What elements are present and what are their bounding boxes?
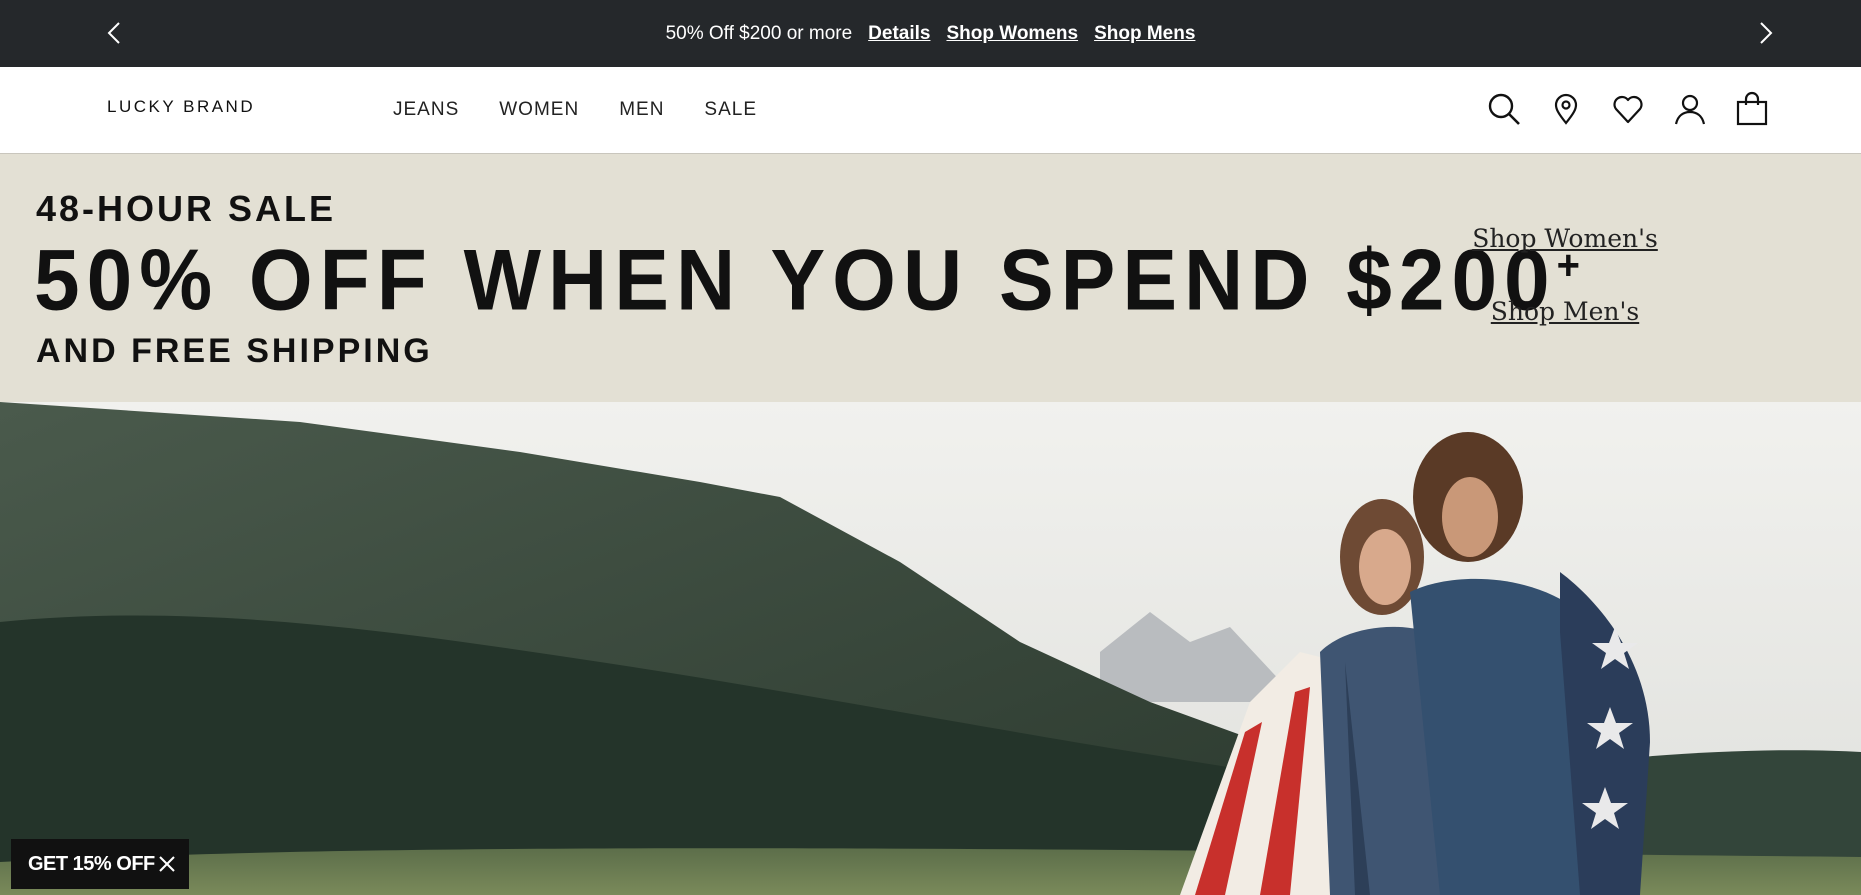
site-header: LUCKY BRAND JEANS WOMEN MEN SALE bbox=[0, 67, 1861, 154]
main-nav: JEANS WOMEN MEN SALE bbox=[393, 99, 797, 121]
nav-item-jeans[interactable]: JEANS bbox=[393, 99, 459, 121]
promo-headline-text: 50% OFF WHEN YOU SPEND $200 bbox=[34, 232, 1557, 329]
offer-label[interactable]: GET 15% OFF bbox=[28, 853, 155, 876]
nav-item-women[interactable]: WOMEN bbox=[499, 99, 579, 121]
shopping-bag-icon[interactable] bbox=[1734, 91, 1770, 127]
promo-kicker: 48-HOUR SALE bbox=[36, 188, 337, 229]
search-icon[interactable] bbox=[1486, 91, 1522, 127]
shop-womens-promo-link[interactable]: Shop Women's bbox=[1450, 224, 1680, 253]
account-icon[interactable] bbox=[1672, 91, 1708, 127]
announcement-bar: 50% Off $200 or more Details Shop Womens… bbox=[0, 0, 1861, 67]
promo-banner: 48-HOUR SALE 50% OFF WHEN YOU SPEND $200… bbox=[0, 154, 1861, 402]
shop-mens-link[interactable]: Shop Mens bbox=[1094, 23, 1195, 45]
close-icon[interactable] bbox=[157, 854, 177, 874]
location-pin-icon[interactable] bbox=[1548, 91, 1584, 127]
discount-offer-chip[interactable]: GET 15% OFF bbox=[11, 839, 189, 889]
details-link[interactable]: Details bbox=[868, 23, 930, 45]
nav-item-men[interactable]: MEN bbox=[619, 99, 664, 121]
announcement-text: 50% Off $200 or more bbox=[665, 22, 853, 44]
announcement-message: 50% Off $200 or more Details Shop Womens… bbox=[0, 0, 1861, 67]
nav-item-sale[interactable]: SALE bbox=[704, 99, 757, 121]
chevron-right-icon[interactable] bbox=[1750, 18, 1780, 48]
shop-mens-promo-link[interactable]: Shop Men's bbox=[1450, 297, 1680, 326]
promo-links: Shop Women's Shop Men's bbox=[1450, 224, 1680, 370]
heart-icon[interactable] bbox=[1610, 91, 1646, 127]
promo-headline: 50% OFF WHEN YOU SPEND $200+ bbox=[34, 232, 1580, 331]
hero-image[interactable] bbox=[0, 402, 1861, 895]
brand-logo[interactable]: LUCKY BRAND bbox=[107, 97, 255, 117]
header-icons bbox=[1486, 91, 1770, 127]
promo-subhead: AND FREE SHIPPING bbox=[36, 332, 433, 370]
shop-womens-link[interactable]: Shop Womens bbox=[946, 23, 1078, 45]
